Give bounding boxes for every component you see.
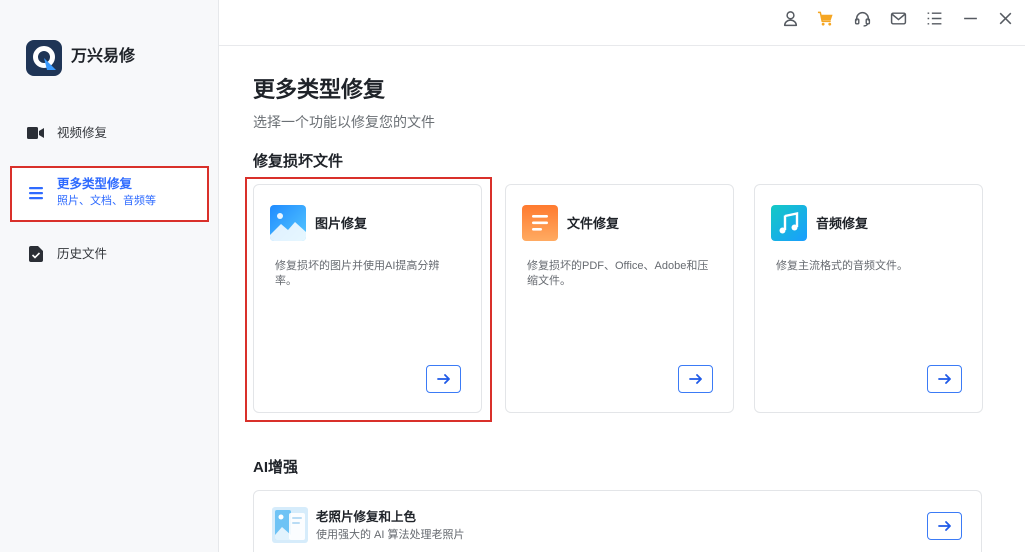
document-icon xyxy=(522,205,558,241)
arrow-right-icon xyxy=(937,521,951,531)
titlebar-divider xyxy=(219,45,1025,46)
music-icon xyxy=(771,205,807,241)
sidebar: 万兴易修 视频修复 更多类型修复 照片、文档、音频等 历史文件 xyxy=(0,0,219,552)
list-icon xyxy=(29,186,43,200)
sidebar-item-label: 视频修复 xyxy=(57,126,108,140)
card-audio-repair[interactable]: 音频修复 修复主流格式的音频文件。 xyxy=(754,184,983,413)
close-icon[interactable] xyxy=(997,10,1014,27)
card-file-repair[interactable]: 文件修复 修复损坏的PDF、Office、Adobe和压缩文件。 xyxy=(505,184,734,413)
video-icon xyxy=(27,126,45,140)
section-heading-ai: AI增强 xyxy=(253,459,299,476)
open-audio-repair-button[interactable] xyxy=(927,365,962,393)
file-check-icon xyxy=(29,246,43,262)
card-title: 音频修复 xyxy=(816,216,869,231)
sidebar-item-label: 历史文件 xyxy=(57,247,108,261)
sidebar-item-video-repair[interactable]: 视频修复 xyxy=(12,118,207,148)
sidebar-item-more-repair[interactable]: 更多类型修复 照片、文档、音频等 xyxy=(12,168,207,220)
arrow-right-icon xyxy=(688,374,702,384)
open-file-repair-button[interactable] xyxy=(678,365,713,393)
app-logo-icon xyxy=(26,40,62,76)
mail-icon[interactable] xyxy=(890,10,907,27)
card-description: 修复损坏的图片并使用AI提高分辨率。 xyxy=(275,260,440,287)
sidebar-item-sublabel: 照片、文档、音频等 xyxy=(57,195,156,207)
page-subtitle: 选择一个功能以修复您的文件 xyxy=(253,114,435,130)
card-title: 老照片修复和上色 xyxy=(316,510,417,524)
sidebar-item-label: 更多类型修复 xyxy=(57,177,133,191)
card-description: 使用强大的 AI 算法处理老照片 xyxy=(316,529,465,541)
image-icon xyxy=(270,205,306,241)
sidebar-item-history[interactable]: 历史文件 xyxy=(12,240,207,270)
arrow-right-icon xyxy=(436,374,450,384)
open-photo-repair-button[interactable] xyxy=(426,365,461,393)
arrow-right-icon xyxy=(937,374,951,384)
card-old-photo-restore[interactable]: 老照片修复和上色 使用强大的 AI 算法处理老照片 xyxy=(253,490,982,552)
headset-icon[interactable] xyxy=(854,10,871,27)
page-title: 更多类型修复 xyxy=(253,77,386,102)
old-photo-icon xyxy=(272,507,308,543)
card-title: 文件修复 xyxy=(567,216,620,231)
card-description: 修复主流格式的音频文件。 xyxy=(776,260,908,272)
menu-icon[interactable] xyxy=(926,10,943,27)
cart-icon[interactable] xyxy=(817,10,834,27)
open-old-photo-restore-button[interactable] xyxy=(927,512,962,540)
card-photo-repair[interactable]: 图片修复 修复损坏的图片并使用AI提高分辨率。 xyxy=(253,184,482,413)
minimize-icon[interactable] xyxy=(962,10,979,27)
user-icon[interactable] xyxy=(782,10,799,27)
section-heading-repair: 修复损坏文件 xyxy=(253,153,344,170)
app-name: 万兴易修 xyxy=(71,48,136,65)
card-title: 图片修复 xyxy=(315,216,368,231)
card-description: 修复损坏的PDF、Office、Adobe和压缩文件。 xyxy=(527,260,709,287)
